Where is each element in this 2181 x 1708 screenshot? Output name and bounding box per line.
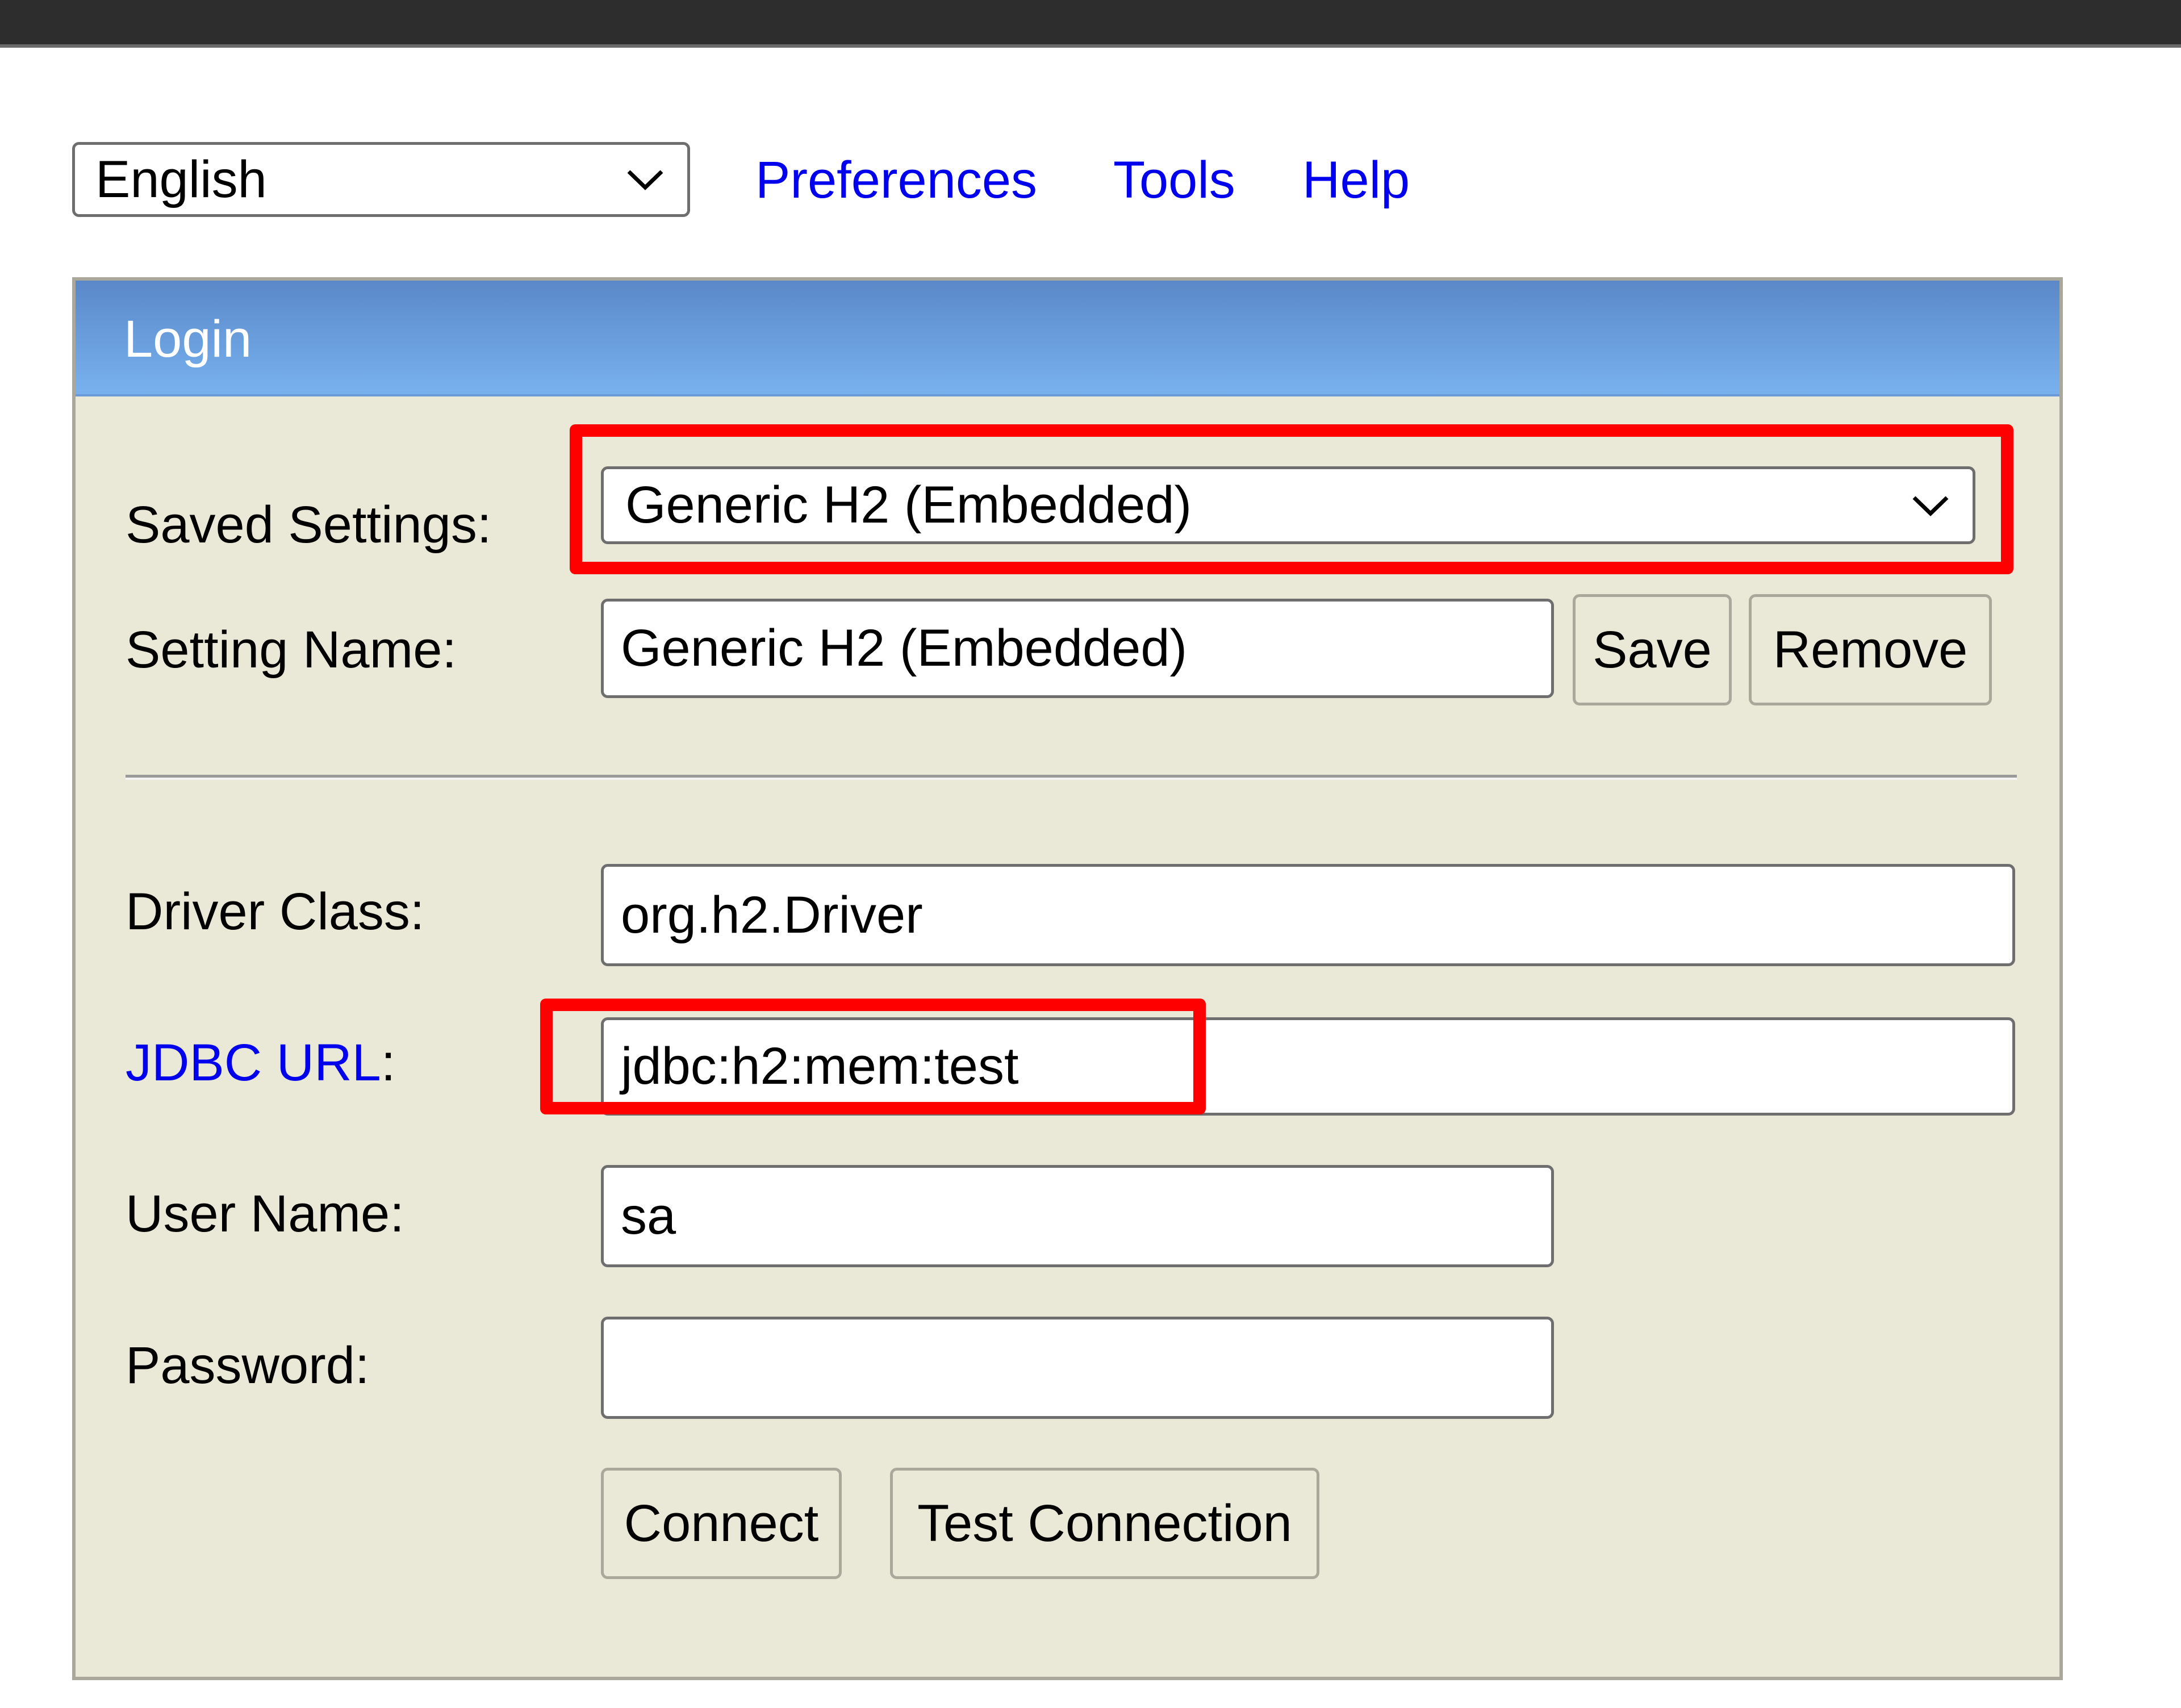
setting-name-value: Generic H2 (Embedded) xyxy=(621,619,1188,677)
section-divider xyxy=(126,775,2017,780)
test-connection-button[interactable]: Test Connection xyxy=(890,1468,1319,1579)
login-panel: Login Saved Settings: Generic H2 (Embedd… xyxy=(72,277,2063,1680)
language-select-value: English xyxy=(95,150,267,208)
help-link[interactable]: Help xyxy=(1302,149,1410,211)
saved-settings-value: Generic H2 (Embedded) xyxy=(625,476,1192,534)
save-button[interactable]: Save xyxy=(1573,594,1732,705)
connect-button[interactable]: Connect xyxy=(601,1468,842,1579)
tools-link[interactable]: Tools xyxy=(1113,149,1235,211)
saved-settings-label: Saved Settings: xyxy=(126,496,492,554)
saved-settings-select[interactable]: Generic H2 (Embedded) xyxy=(601,466,1975,544)
login-panel-header: Login xyxy=(76,281,2059,396)
remove-button[interactable]: Remove xyxy=(1749,594,1992,705)
jdbc-url-value: jdbc:h2:mem:test xyxy=(621,1037,1019,1095)
password-input[interactable] xyxy=(601,1317,1554,1419)
jdbc-url-label: JDBC URL: xyxy=(126,1032,395,1094)
chevron-down-icon xyxy=(622,162,668,197)
panel-title: Login xyxy=(124,310,252,368)
jdbc-url-help-link[interactable]: JDBC URL xyxy=(126,1034,381,1092)
password-label: Password: xyxy=(126,1337,370,1394)
user-name-label: User Name: xyxy=(126,1185,404,1243)
setting-name-label: Setting Name: xyxy=(126,621,457,679)
driver-class-value: org.h2.Driver xyxy=(621,886,923,944)
language-select[interactable]: English xyxy=(72,142,690,217)
user-name-input[interactable]: sa xyxy=(601,1165,1554,1267)
preferences-link[interactable]: Preferences xyxy=(755,149,1037,211)
driver-class-label: Driver Class: xyxy=(126,883,425,941)
setting-name-input[interactable]: Generic H2 (Embedded) xyxy=(601,599,1554,698)
driver-class-input[interactable]: org.h2.Driver xyxy=(601,864,2015,966)
browser-top-bar xyxy=(0,0,2181,48)
user-name-value: sa xyxy=(621,1187,676,1245)
jdbc-url-label-colon: : xyxy=(381,1034,396,1092)
jdbc-url-input[interactable]: jdbc:h2:mem:test xyxy=(601,1017,2015,1116)
chevron-down-icon xyxy=(1908,488,1953,523)
